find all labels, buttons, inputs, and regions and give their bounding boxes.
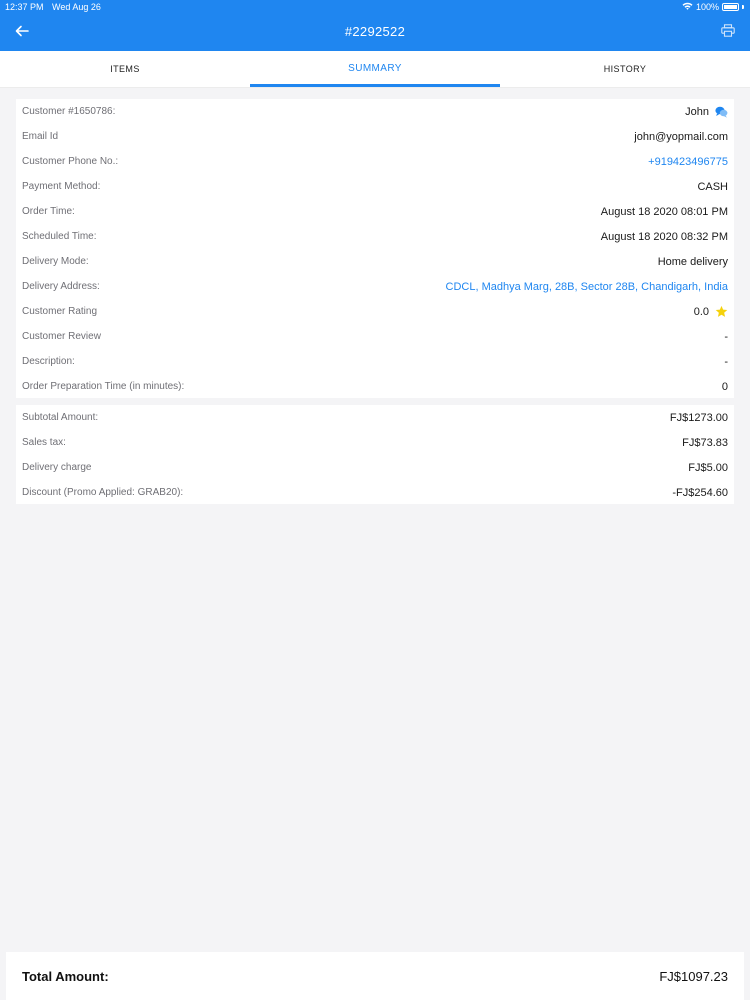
order-details-card: Customer #1650786: John Email Id john@yo… (16, 99, 734, 398)
detail-row-scheduled-time: Scheduled Time: August 18 2020 08:32 PM (16, 224, 734, 249)
totals-row-sales-tax: Sales tax: FJ$73.83 (16, 430, 734, 455)
totals-label: Discount (Promo Applied: GRAB20): (22, 487, 184, 498)
tab-summary[interactable]: SUMMARY (250, 51, 500, 87)
tab-history[interactable]: HISTORY (500, 51, 750, 87)
total-amount-bar: Total Amount: FJ$1097.23 (6, 952, 744, 1000)
detail-value: 0 (721, 380, 728, 393)
totals-value: FJ$73.83 (682, 436, 728, 449)
print-button[interactable] (718, 23, 738, 43)
detail-value: john@yopmail.com (634, 130, 728, 143)
detail-value: August 18 2020 08:01 PM (600, 205, 728, 218)
totals-label: Sales tax: (22, 437, 66, 448)
detail-row-email: Email Id john@yopmail.com (16, 124, 734, 149)
detail-value: Home delivery (657, 255, 728, 268)
detail-row-delivery-address: Delivery Address: CDCL, Madhya Marg, 28B… (16, 274, 734, 299)
total-amount-label: Total Amount: (22, 968, 109, 984)
page-title: #2292522 (344, 24, 406, 39)
totals-value: FJ$1273.00 (669, 411, 728, 424)
printer-icon (721, 24, 735, 42)
detail-row-customer-review: Customer Review - (16, 324, 734, 349)
detail-label: Order Preparation Time (in minutes): (22, 381, 185, 392)
status-bar: 12:37 PM Wed Aug 26 100% (0, 0, 750, 16)
detail-row-description: Description: - (16, 349, 734, 374)
customer-name: John (685, 105, 709, 118)
totals-value: FJ$5.00 (688, 461, 728, 474)
detail-label: Customer Rating (22, 306, 98, 317)
detail-value: - (724, 330, 728, 343)
battery-icon (722, 3, 739, 11)
detail-label: Customer #1650786: (22, 106, 116, 117)
detail-value: CASH (697, 180, 728, 193)
star-icon (715, 305, 728, 318)
detail-row-delivery-mode: Delivery Mode: Home delivery (16, 249, 734, 274)
tab-items[interactable]: ITEMS (0, 51, 250, 87)
wifi-icon (682, 2, 693, 12)
totals-value: -FJ$254.60 (672, 486, 728, 499)
detail-row-payment-method: Payment Method: CASH (16, 174, 734, 199)
totals-label: Subtotal Amount: (22, 412, 99, 423)
totals-row-delivery-charge: Delivery charge FJ$5.00 (16, 455, 734, 480)
detail-label: Payment Method: (22, 181, 101, 192)
detail-value: - (724, 355, 728, 368)
detail-label: Order Time: (22, 206, 75, 217)
detail-label: Delivery Address: (22, 281, 100, 292)
totals-row-subtotal: Subtotal Amount: FJ$1273.00 (16, 405, 734, 430)
totals-row-discount: Discount (Promo Applied: GRAB20): -FJ$25… (16, 480, 734, 505)
detail-row-order-time: Order Time: August 18 2020 08:01 PM (16, 199, 734, 224)
detail-value: August 18 2020 08:32 PM (600, 230, 728, 243)
totals-label: Delivery charge (22, 462, 92, 473)
total-amount-value: FJ$1097.23 (659, 968, 728, 984)
detail-label: Scheduled Time: (22, 231, 97, 242)
detail-row-phone: Customer Phone No.: +919423496775 (16, 149, 734, 174)
detail-label: Delivery Mode: (22, 256, 89, 267)
battery-percent: 100% (695, 2, 719, 12)
detail-label: Email Id (22, 131, 59, 142)
rating-value: 0.0 (693, 305, 709, 318)
detail-row-customer: Customer #1650786: John (16, 99, 734, 124)
detail-label: Customer Review (22, 331, 101, 342)
detail-label: Customer Phone No.: (22, 156, 119, 167)
app-header: 12:37 PM Wed Aug 26 100% #2292522 (0, 0, 750, 51)
address-link[interactable]: CDCL, Madhya Marg, 28B, Sector 28B, Chan… (446, 281, 728, 293)
chat-bubbles-icon[interactable] (715, 106, 728, 118)
phone-link[interactable]: +919423496775 (648, 156, 728, 168)
detail-label: Description: (22, 356, 75, 367)
detail-row-preparation-time: Order Preparation Time (in minutes): 0 (16, 374, 734, 399)
status-date: Wed Aug 26 (52, 2, 101, 12)
detail-row-customer-rating: Customer Rating 0.0 (16, 299, 734, 324)
status-time: 12:37 PM (5, 2, 44, 12)
price-breakdown-card: Subtotal Amount: FJ$1273.00 Sales tax: F… (16, 405, 734, 504)
tab-bar: ITEMS SUMMARY HISTORY (0, 51, 750, 88)
